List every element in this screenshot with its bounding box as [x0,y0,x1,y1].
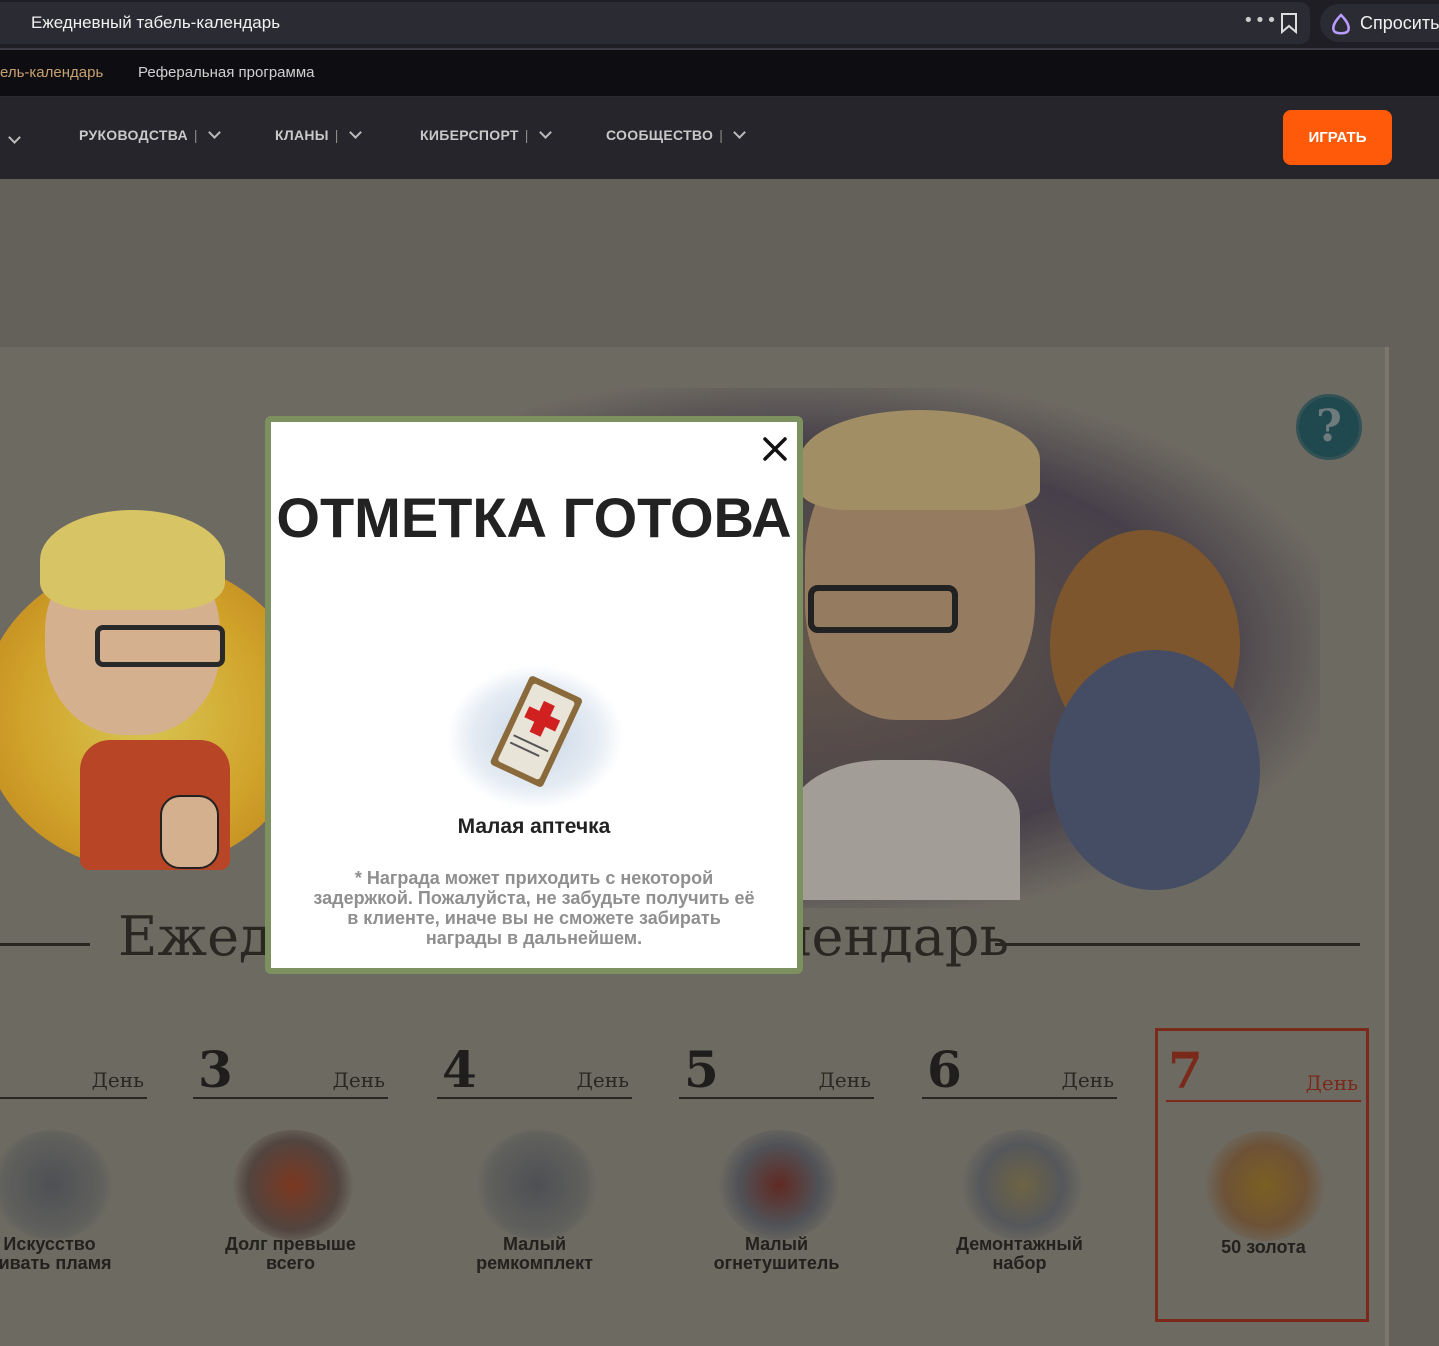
play-button[interactable]: ИГРАТЬ [1283,110,1392,165]
close-icon[interactable] [760,434,790,464]
reward-note: * Награда может приходить с некоторой за… [313,868,755,948]
chevron-down-icon[interactable] [8,131,21,144]
ask-assistant-button[interactable]: Спросить [1320,4,1439,42]
nav-community[interactable]: СООБЩЕСТВО | [606,126,746,143]
nav-guides-label: РУКОВОДСТВА [79,127,188,143]
nav-guides[interactable]: РУКОВОДСТВА | [79,126,221,143]
modal-title: ОТМЕТКА ГОТОВА [276,486,792,549]
ask-label: Спросить [1360,13,1439,33]
bookmark-icon[interactable] [1280,12,1298,34]
nav-separator: | [524,127,529,143]
page-tab-title: Ежедневный табель-календарь [31,13,281,32]
browser-toolbar: Ежедневный табель-календарь ••• Спросить [0,0,1439,50]
nav-separator: | [193,127,198,143]
secondary-nav: ель-календарь Реферальная программа [0,50,1439,97]
address-bar[interactable]: Ежедневный табель-календарь [0,2,1310,44]
more-options-icon[interactable]: ••• [1243,10,1278,31]
main-nav: РУКОВОДСТВА | КЛАНЫ | КИБЕРСПОРТ | СООБЩЕСТ… [0,97,1439,179]
first-aid-kit-icon [447,665,623,809]
chevron-down-icon [207,126,221,139]
chevron-down-icon [348,126,362,139]
chevron-down-icon [538,126,552,139]
nav-clans[interactable]: КЛАНЫ | [275,126,362,143]
nav-separator: | [334,127,339,143]
calendar-link[interactable]: ель-календарь [0,64,103,81]
reward-modal: ОТМЕТКА ГОТОВА Малая аптечка * Награда м… [265,416,803,974]
nav-esports[interactable]: КИБЕРСПОРТ | [420,126,552,143]
nav-separator: | [719,127,724,143]
alice-icon [1332,13,1350,35]
nav-clans-label: КЛАНЫ [275,127,329,143]
reward-name: Малая аптечка [457,815,611,838]
nav-esports-label: КИБЕРСПОРТ [420,127,519,143]
nav-community-label: СООБЩЕСТВО [606,127,714,143]
referral-program-link[interactable]: Реферальная программа [138,64,314,81]
chevron-down-icon [733,126,746,139]
